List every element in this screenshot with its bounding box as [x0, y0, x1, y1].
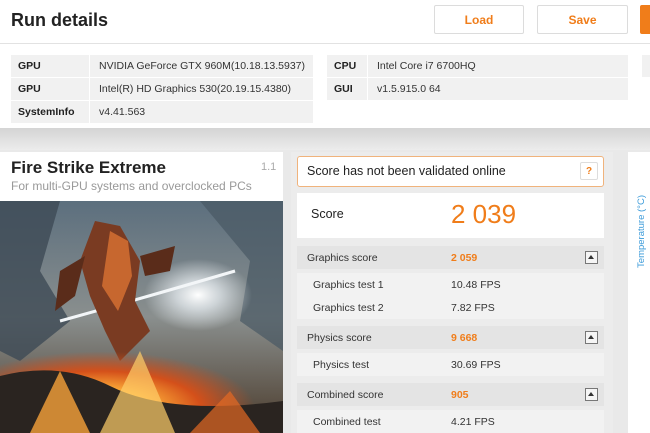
row-value: 30.69 FPS: [451, 358, 501, 371]
gpu-label: GPU: [11, 55, 89, 77]
row-value: 10.48 FPS: [451, 278, 501, 291]
row-label: Graphics score: [307, 251, 378, 264]
temperature-axis-label: Temperature (°C): [636, 195, 647, 268]
graphics-score-row[interactable]: Graphics score 2 059: [297, 246, 604, 269]
graphics-test-2-row: Graphics test 2 7.82 FPS: [297, 296, 604, 319]
row-label: Physics score: [307, 331, 372, 344]
info-cell-partial: [642, 55, 650, 77]
cpu-value: Intel Core i7 6700HQ: [368, 55, 628, 77]
cpu-label: CPU: [327, 55, 367, 77]
row-value: 905: [451, 388, 469, 401]
score-value: 2 039: [451, 199, 517, 229]
gpu-label: GPU: [11, 78, 89, 100]
gui-value: v1.5.915.0 64: [368, 78, 628, 100]
systeminfo-value: v4.41.563: [90, 101, 313, 123]
graphics-test-1-row: Graphics test 1 10.48 FPS: [297, 273, 604, 296]
page-title: Run details: [11, 10, 109, 30]
help-button[interactable]: ?: [580, 162, 598, 180]
validation-text: Score has not been validated online: [307, 164, 506, 178]
row-value: 9 668: [451, 331, 478, 344]
physics-score-row[interactable]: Physics score 9 668: [297, 326, 604, 349]
score-label: Score: [311, 207, 344, 221]
row-value: 4.21 FPS: [451, 415, 495, 428]
gui-label: GUI: [327, 78, 367, 100]
benchmark-title: Fire Strike Extreme: [11, 158, 166, 177]
benchmark-artwork-image: [0, 201, 283, 433]
benchmark-subtitle: For multi-GPU systems and overclocked PC…: [11, 179, 252, 193]
row-label: Graphics test 2: [313, 301, 384, 314]
row-value: 7.82 FPS: [451, 301, 495, 314]
save-button[interactable]: Save: [537, 5, 628, 34]
combined-test-row: Combined test 4.21 FPS: [297, 410, 604, 433]
load-button[interactable]: Load: [434, 5, 524, 34]
combined-score-row[interactable]: Combined score 905: [297, 383, 604, 406]
row-label: Physics test: [313, 358, 370, 371]
collapse-icon[interactable]: [585, 251, 598, 264]
row-label: Combined score: [307, 388, 384, 401]
row-label: Combined test: [313, 415, 381, 428]
benchmark-version: 1.1: [261, 161, 277, 173]
collapse-icon[interactable]: [585, 331, 598, 344]
row-value: 2 059: [451, 251, 478, 264]
physics-test-row: Physics test 30.69 FPS: [297, 353, 604, 376]
row-label: Graphics test 1: [313, 278, 384, 291]
gpu-value: Intel(R) HD Graphics 530(20.19.15.4380): [90, 78, 313, 100]
section-separator: [0, 128, 650, 150]
collapse-icon[interactable]: [585, 388, 598, 401]
gpu-value: NVIDIA GeForce GTX 960M(10.18.13.5937): [90, 55, 313, 77]
systeminfo-label: SystemInfo: [11, 101, 89, 123]
extra-action-button[interactable]: [640, 5, 650, 34]
header-divider: [0, 43, 650, 44]
